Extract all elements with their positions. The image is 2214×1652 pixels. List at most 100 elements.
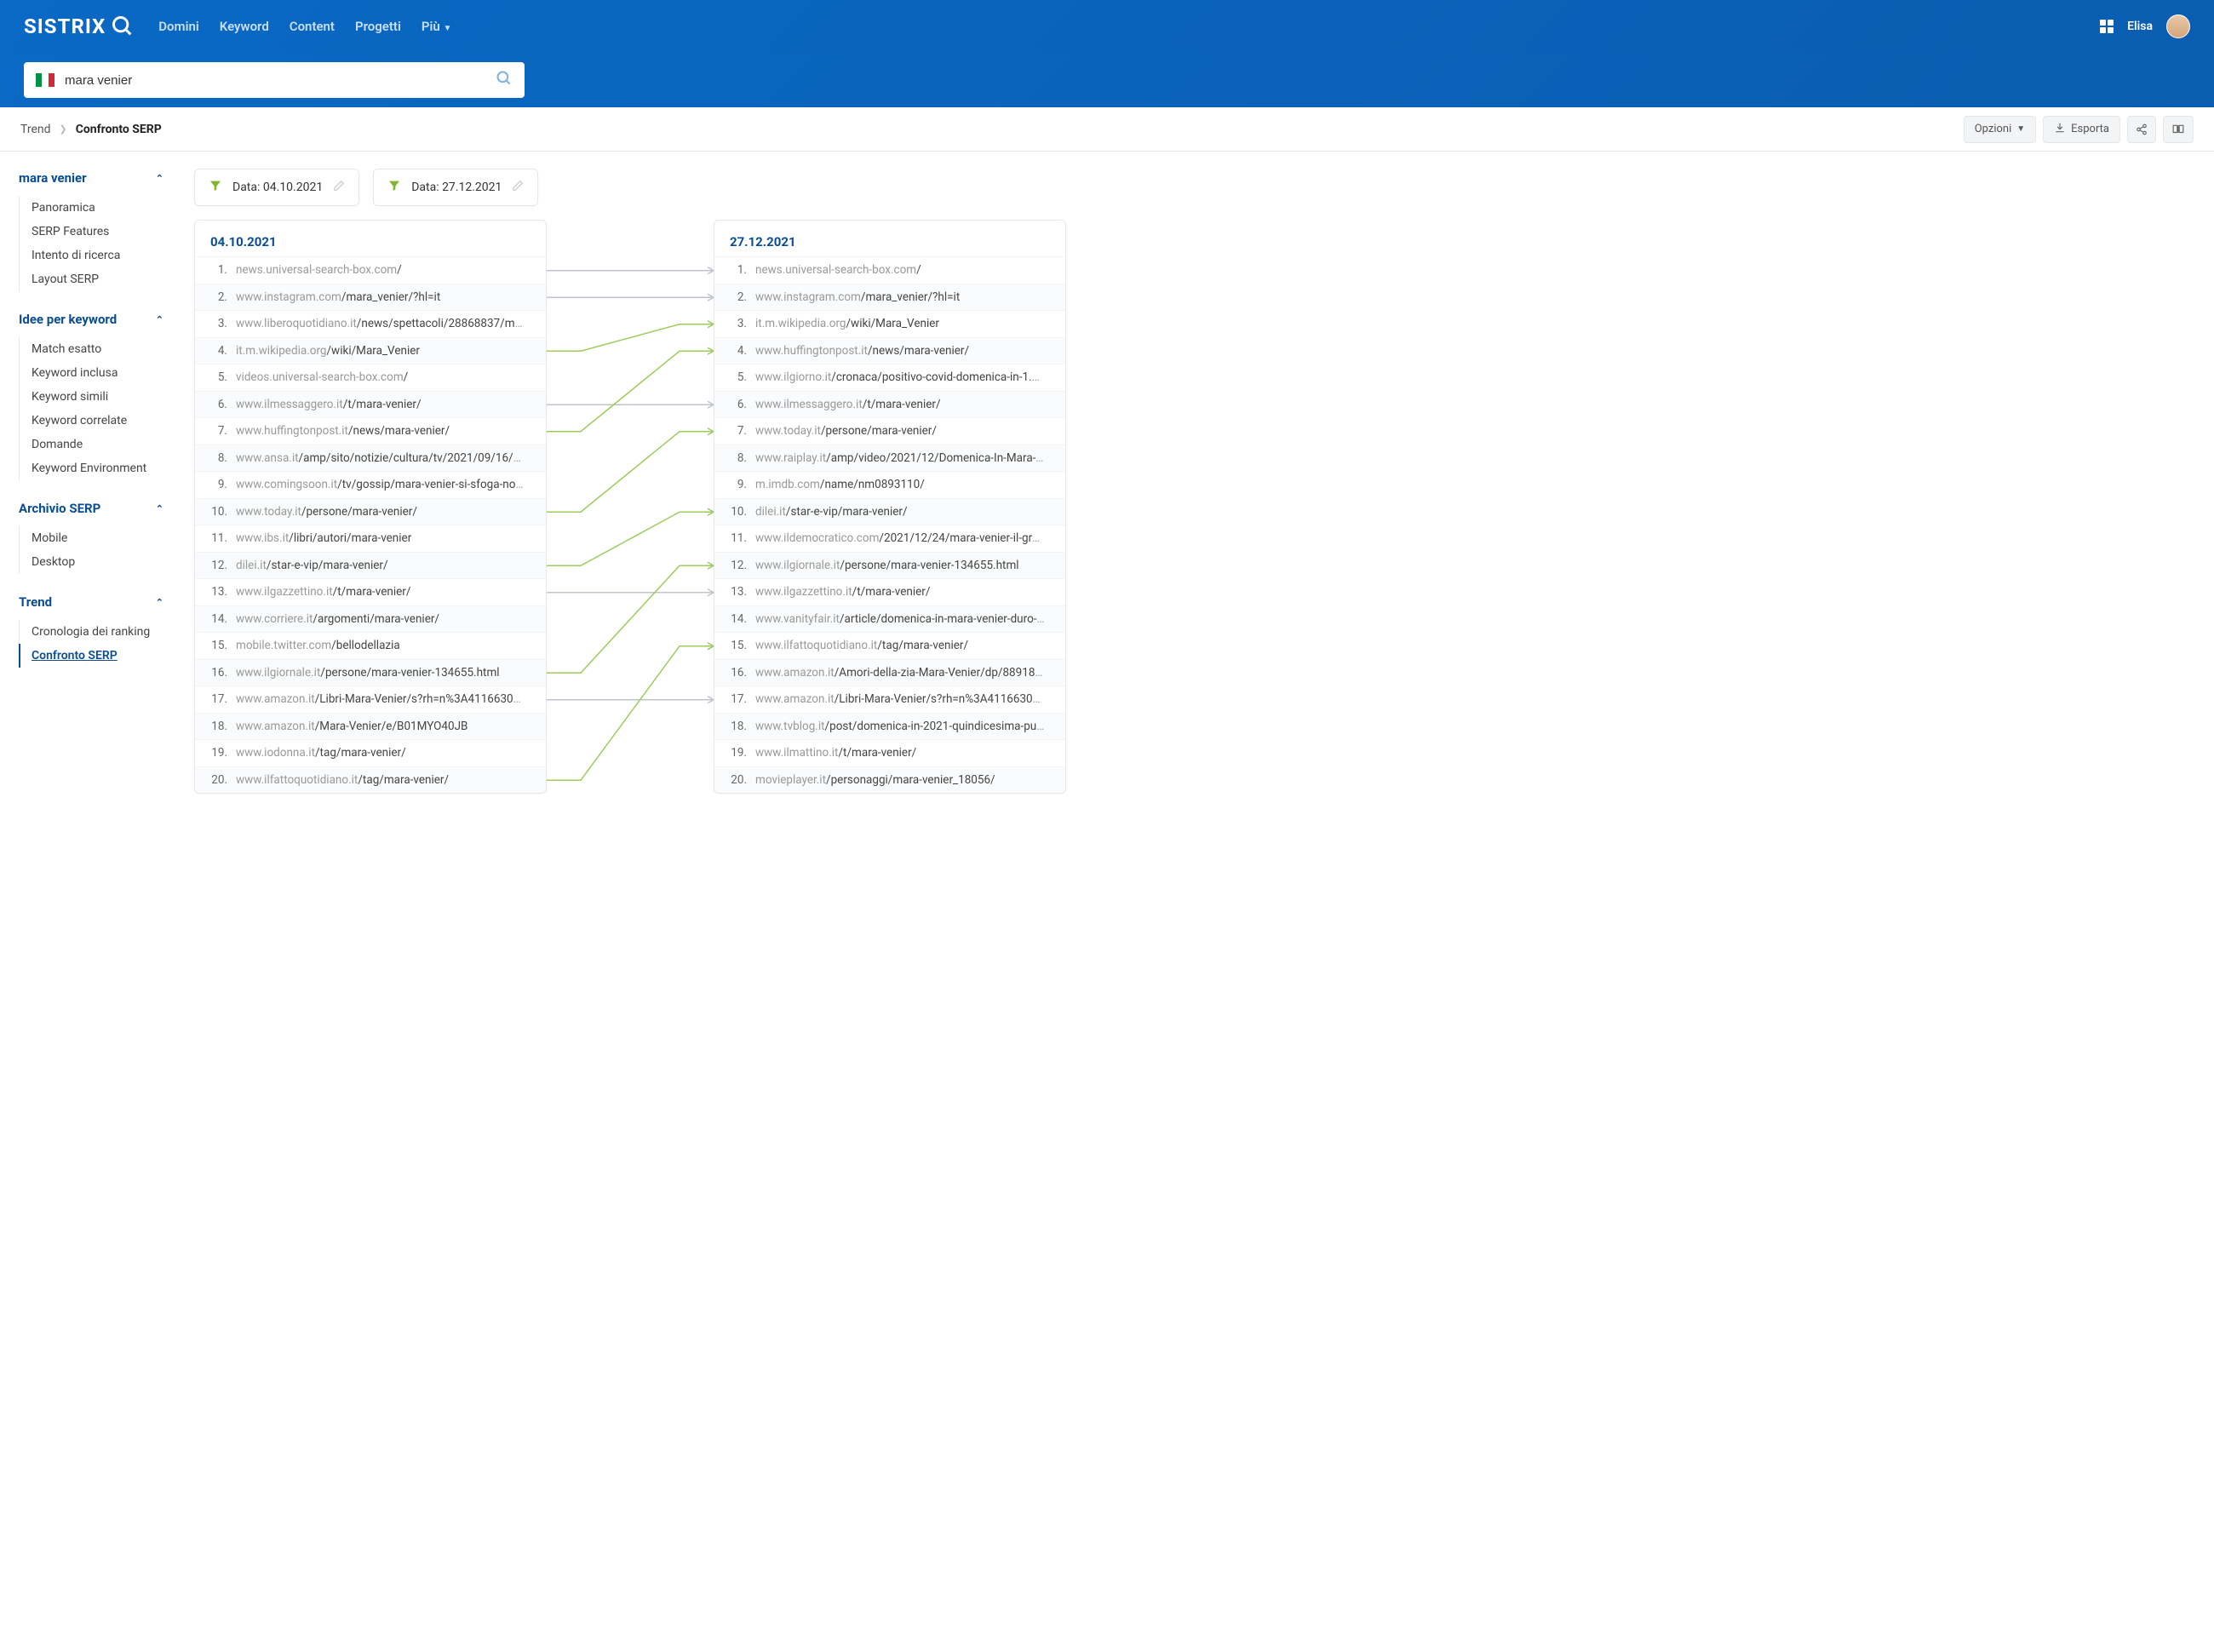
- sidebar-item[interactable]: Match esatto: [20, 337, 163, 361]
- avatar[interactable]: [2166, 14, 2190, 38]
- nav-content[interactable]: Content: [290, 19, 335, 34]
- date-filters: Data: 04.10.2021 Data: 27.12.2021: [194, 169, 2194, 206]
- serp-row[interactable]: 13.www.ilgazzettino.it/t/mara-venier/: [195, 578, 546, 605]
- serp-row[interactable]: 19.www.ilmattino.it/t/mara-venier/: [714, 739, 1065, 766]
- sidebar-item[interactable]: Keyword correlate: [20, 409, 163, 433]
- serp-url: www.ilfattoquotidiano.it/tag/mara-venier…: [236, 773, 449, 787]
- serp-row[interactable]: 10.dilei.it/star-e-vip/mara-venier/: [714, 498, 1065, 525]
- serp-row[interactable]: 18.www.amazon.it/Mara-Venier/e/B01MYO40J…: [195, 713, 546, 740]
- sidebar-item[interactable]: SERP Features: [20, 220, 163, 244]
- serp-row[interactable]: 2.www.instagram.com/mara_venier/?hl=it: [714, 284, 1065, 311]
- sidebar-item[interactable]: Desktop: [20, 550, 163, 574]
- serp-row[interactable]: 17.www.amazon.it/Libri-Mara-Venier/s?rh=…: [195, 685, 546, 713]
- serp-row[interactable]: 9.m.imdb.com/name/nm0893110/: [714, 471, 1065, 498]
- serp-row[interactable]: 7.www.today.it/persone/mara-venier/: [714, 417, 1065, 445]
- serp-row[interactable]: 14.www.corriere.it/argomenti/mara-venier…: [195, 605, 546, 633]
- sidebar-item[interactable]: Cronologia dei ranking: [20, 620, 163, 644]
- sidebar-item[interactable]: Intento di ricerca: [20, 244, 163, 267]
- serp-url: movieplayer.it/personaggi/mara-venier_18…: [755, 773, 995, 787]
- export-button[interactable]: Esporta: [2043, 116, 2120, 143]
- serp-card-left: 04.10.2021 1.news.universal-search-box.c…: [194, 220, 547, 794]
- serp-row[interactable]: 13.www.ilgazzettino.it/t/mara-venier/: [714, 578, 1065, 605]
- sidebar-group-head[interactable]: Trend⌃: [19, 594, 163, 610]
- serp-row[interactable]: 20.movieplayer.it/personaggi/mara-venier…: [714, 766, 1065, 794]
- serp-row[interactable]: 11.www.ibs.it/libri/autori/mara-venier: [195, 525, 546, 552]
- nav-keyword[interactable]: Keyword: [220, 19, 269, 34]
- sidebar-group-head[interactable]: Archivio SERP⌃: [19, 501, 163, 516]
- serp-row[interactable]: 3.www.liberoquotidiano.it/news/spettacol…: [195, 310, 546, 337]
- toolbar-actions: Opzioni ▼ Esporta: [1964, 116, 2194, 143]
- serp-row[interactable]: 16.www.ilgiornale.it/persone/mara-venier…: [195, 659, 546, 686]
- serp-rank: 5.: [723, 370, 747, 384]
- connector-layer: [547, 220, 714, 794]
- serp-url: www.today.it/persone/mara-venier/: [755, 424, 937, 438]
- sidebar-item[interactable]: Keyword Environment: [20, 456, 163, 480]
- sidebar-item[interactable]: Panoramica: [20, 196, 163, 220]
- serp-row[interactable]: 4.it.m.wikipedia.org/wiki/Mara_Venier: [195, 337, 546, 364]
- serp-row[interactable]: 11.www.ildemocratico.com/2021/12/24/mara…: [714, 525, 1065, 552]
- user-name[interactable]: Elisa: [2127, 20, 2153, 33]
- chevron-up-icon: ⌃: [156, 173, 163, 184]
- edit-icon[interactable]: [333, 180, 345, 195]
- serp-row[interactable]: 8.www.raiplay.it/amp/video/2021/12/Domen…: [714, 445, 1065, 472]
- nav-domini[interactable]: Domini: [158, 19, 198, 34]
- serp-url: www.iodonna.it/tag/mara-venier/: [236, 746, 406, 760]
- serp-row[interactable]: 10.www.today.it/persone/mara-venier/: [195, 498, 546, 525]
- filter-icon[interactable]: [387, 179, 401, 196]
- serp-row[interactable]: 5.www.ilgiorno.it/cronaca/positivo-covid…: [714, 364, 1065, 391]
- breadcrumb-root[interactable]: Trend: [20, 123, 51, 136]
- apps-grid-icon[interactable]: [2100, 20, 2114, 33]
- serp-rank: 3.: [723, 317, 747, 330]
- share-button[interactable]: [2127, 116, 2156, 143]
- serp-row[interactable]: 9.www.comingsoon.it/tv/gossip/mara-venie…: [195, 471, 546, 498]
- logo[interactable]: SISTRIX: [24, 14, 135, 38]
- sidebar-item[interactable]: Layout SERP: [20, 267, 163, 291]
- serp-url: www.ilgiornale.it/persone/mara-venier-13…: [755, 559, 1019, 572]
- serp-row[interactable]: 20.www.ilfattoquotidiano.it/tag/mara-ven…: [195, 766, 546, 794]
- flag-it-icon[interactable]: [36, 73, 54, 87]
- serp-url: news.universal-search-box.com/: [755, 263, 921, 277]
- serp-row[interactable]: 2.www.instagram.com/mara_venier/?hl=it: [195, 284, 546, 311]
- serp-row[interactable]: 1.news.universal-search-box.com/: [714, 256, 1065, 284]
- serp-rank: 16.: [204, 666, 227, 680]
- chevron-down-icon: ▼: [2016, 124, 2025, 134]
- sidebar-group-head[interactable]: mara venier⌃: [19, 170, 163, 186]
- serp-row[interactable]: 4.www.huffingtonpost.it/news/mara-venier…: [714, 337, 1065, 364]
- serp-rank: 19.: [204, 746, 227, 760]
- toolbar: Trend ❯ Confronto SERP Opzioni ▼ Esporta: [0, 107, 2214, 152]
- serp-row[interactable]: 1.news.universal-search-box.com/: [195, 256, 546, 284]
- serp-row[interactable]: 18.www.tvblog.it/post/domenica-in-2021-q…: [714, 713, 1065, 740]
- serp-row[interactable]: 7.www.huffingtonpost.it/news/mara-venier…: [195, 417, 546, 445]
- serp-row[interactable]: 14.www.vanityfair.it/article/domenica-in…: [714, 605, 1065, 633]
- options-button[interactable]: Opzioni ▼: [1964, 116, 2036, 143]
- sidebar-item[interactable]: Domande: [20, 433, 163, 456]
- serp-row[interactable]: 15.mobile.twitter.com/bellodellazia: [195, 632, 546, 659]
- filter-icon[interactable]: [209, 179, 222, 196]
- nav-piu[interactable]: Più ▼: [422, 19, 452, 34]
- serp-rank: 11.: [204, 531, 227, 545]
- sidebar-item[interactable]: Mobile: [20, 526, 163, 550]
- sidebar-item[interactable]: Keyword simili: [20, 385, 163, 409]
- serp-row[interactable]: 19. www.iodonna.it/tag/mara-venier/: [195, 739, 546, 766]
- serp-row[interactable]: 17.www.amazon.it/Libri-Mara-Venier/s?rh=…: [714, 685, 1065, 713]
- serp-row[interactable]: 16.www.amazon.it/Amori-della-zia-Mara-Ve…: [714, 659, 1065, 686]
- serp-rank: 7.: [204, 424, 227, 438]
- edit-icon[interactable]: [512, 180, 524, 195]
- sidebar-item[interactable]: Confronto SERP: [19, 644, 163, 668]
- serp-row[interactable]: 5.videos.universal-search-box.com/: [195, 364, 546, 391]
- serp-url: mobile.twitter.com/bellodellazia: [236, 639, 400, 652]
- serp-row[interactable]: 12.dilei.it/star-e-vip/mara-venier/: [195, 552, 546, 579]
- nav-progetti[interactable]: Progetti: [355, 19, 401, 34]
- serp-row[interactable]: 3.it.m.wikipedia.org/wiki/Mara_Venier: [714, 310, 1065, 337]
- search-input[interactable]: [65, 73, 496, 88]
- search-icon[interactable]: [496, 70, 513, 90]
- sidebar-group-head[interactable]: Idee per keyword⌃: [19, 312, 163, 327]
- serp-row[interactable]: 8.www.ansa.it/amp/sito/notizie/cultura/t…: [195, 445, 546, 472]
- serp-row[interactable]: 15.www.ilfattoquotidiano.it/tag/mara-ven…: [714, 632, 1065, 659]
- sidebar-item[interactable]: Keyword inclusa: [20, 361, 163, 385]
- serp-row[interactable]: 12.www.ilgiornale.it/persone/mara-venier…: [714, 552, 1065, 579]
- serp-row[interactable]: 6.www.ilmessaggero.it/t/mara-venier/: [195, 391, 546, 418]
- serp-url: www.corriere.it/argomenti/mara-venier/: [236, 612, 439, 626]
- book-button[interactable]: [2163, 116, 2194, 143]
- serp-row[interactable]: 6.www.ilmessaggero.it/t/mara-venier/: [714, 391, 1065, 418]
